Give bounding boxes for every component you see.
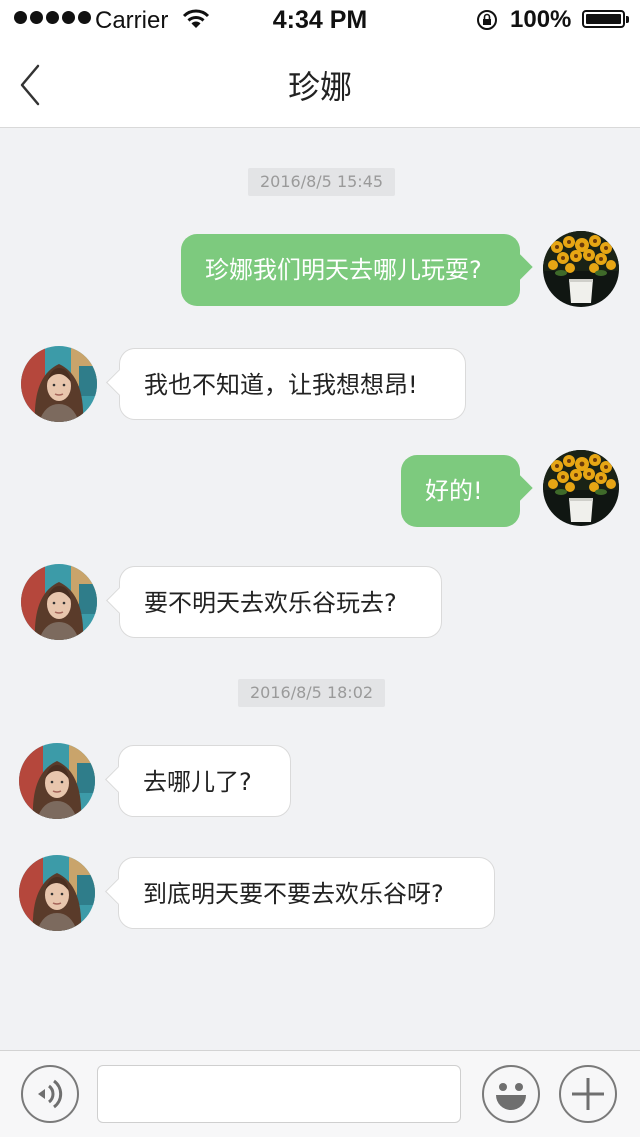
message-input[interactable] xyxy=(97,1065,461,1123)
outgoing-message-bubble[interactable]: 珍娜我们明天去哪儿玩耍? xyxy=(181,234,520,306)
girl-avatar[interactable] xyxy=(19,743,95,819)
girl-avatar[interactable] xyxy=(21,346,97,422)
voice-icon xyxy=(38,1079,63,1109)
girl-avatar[interactable] xyxy=(21,564,97,640)
message-text: 去哪儿了? xyxy=(143,768,252,796)
message-text: 我也不知道，让我想想昂! xyxy=(144,371,418,399)
battery-percentage: 100% xyxy=(510,6,572,33)
sunflower-avatar[interactable] xyxy=(543,450,619,526)
emoji-button[interactable] xyxy=(482,1065,540,1123)
message-text: 到底明天要不要去欢乐谷呀? xyxy=(143,880,444,908)
incoming-message-bubble[interactable]: 到底明天要不要去欢乐谷呀? xyxy=(118,857,495,929)
navigation-bar: 珍娜 xyxy=(0,40,640,128)
outgoing-message-bubble[interactable]: 好的! xyxy=(401,455,520,527)
sunflower-avatar[interactable] xyxy=(543,231,619,307)
incoming-message-bubble[interactable]: 要不明天去欢乐谷玩去? xyxy=(119,566,442,638)
timestamp: 2016/8/5 15:45 xyxy=(248,168,396,196)
timestamp: 2016/8/5 18:02 xyxy=(238,679,386,707)
message-text: 珍娜我们明天去哪儿玩耍? xyxy=(205,256,482,284)
incoming-message-bubble[interactable]: 去哪儿了? xyxy=(118,745,291,817)
emoji-icon xyxy=(496,1083,526,1110)
voice-button[interactable] xyxy=(21,1065,79,1123)
status-bar: Carrier 4:34 PM 100% xyxy=(0,0,640,40)
message-input-bar xyxy=(0,1050,640,1137)
incoming-message-bubble[interactable]: 我也不知道，让我想想昂! xyxy=(119,348,466,420)
chat-title: 珍娜 xyxy=(287,68,352,106)
message-text: 要不明天去欢乐谷玩去? xyxy=(144,589,397,617)
plus-icon xyxy=(572,1078,604,1110)
rotation-lock-icon xyxy=(477,10,497,30)
message-text: 好的! xyxy=(425,477,483,505)
girl-avatar[interactable] xyxy=(19,855,95,931)
battery-icon xyxy=(582,10,629,28)
plus-button[interactable] xyxy=(559,1065,617,1123)
chat-messages-area[interactable]: 2016/8/5 15:45 珍娜我们明天去哪儿玩耍? 我也不知道，让我想想昂!… xyxy=(0,128,640,1050)
